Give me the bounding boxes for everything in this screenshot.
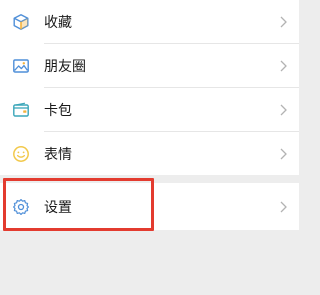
chevron-right-icon — [280, 201, 287, 213]
menu-item-favorites[interactable]: 收藏 — [0, 0, 299, 43]
photo-icon — [12, 57, 30, 75]
settings-highlight-box — [3, 178, 154, 231]
menu-item-card-pack[interactable]: 卡包 — [0, 88, 299, 131]
menu-item-label: 朋友圈 — [44, 58, 86, 75]
chevron-right-icon — [280, 60, 287, 72]
menu-item-stickers[interactable]: 表情 — [0, 132, 299, 175]
menu-item-moments[interactable]: 朋友圈 — [0, 44, 299, 87]
smiley-icon — [12, 145, 30, 163]
chevron-right-icon — [280, 16, 287, 28]
chevron-right-icon — [280, 148, 287, 160]
menu-item-label: 收藏 — [44, 14, 72, 31]
menu-group-main: 收藏 朋友圈 卡包 表情 — [0, 0, 299, 175]
chevron-right-icon — [280, 104, 287, 116]
menu-item-label: 卡包 — [44, 102, 72, 119]
cube-icon — [12, 13, 30, 31]
menu-item-label: 表情 — [44, 146, 72, 163]
wallet-icon — [12, 101, 30, 119]
